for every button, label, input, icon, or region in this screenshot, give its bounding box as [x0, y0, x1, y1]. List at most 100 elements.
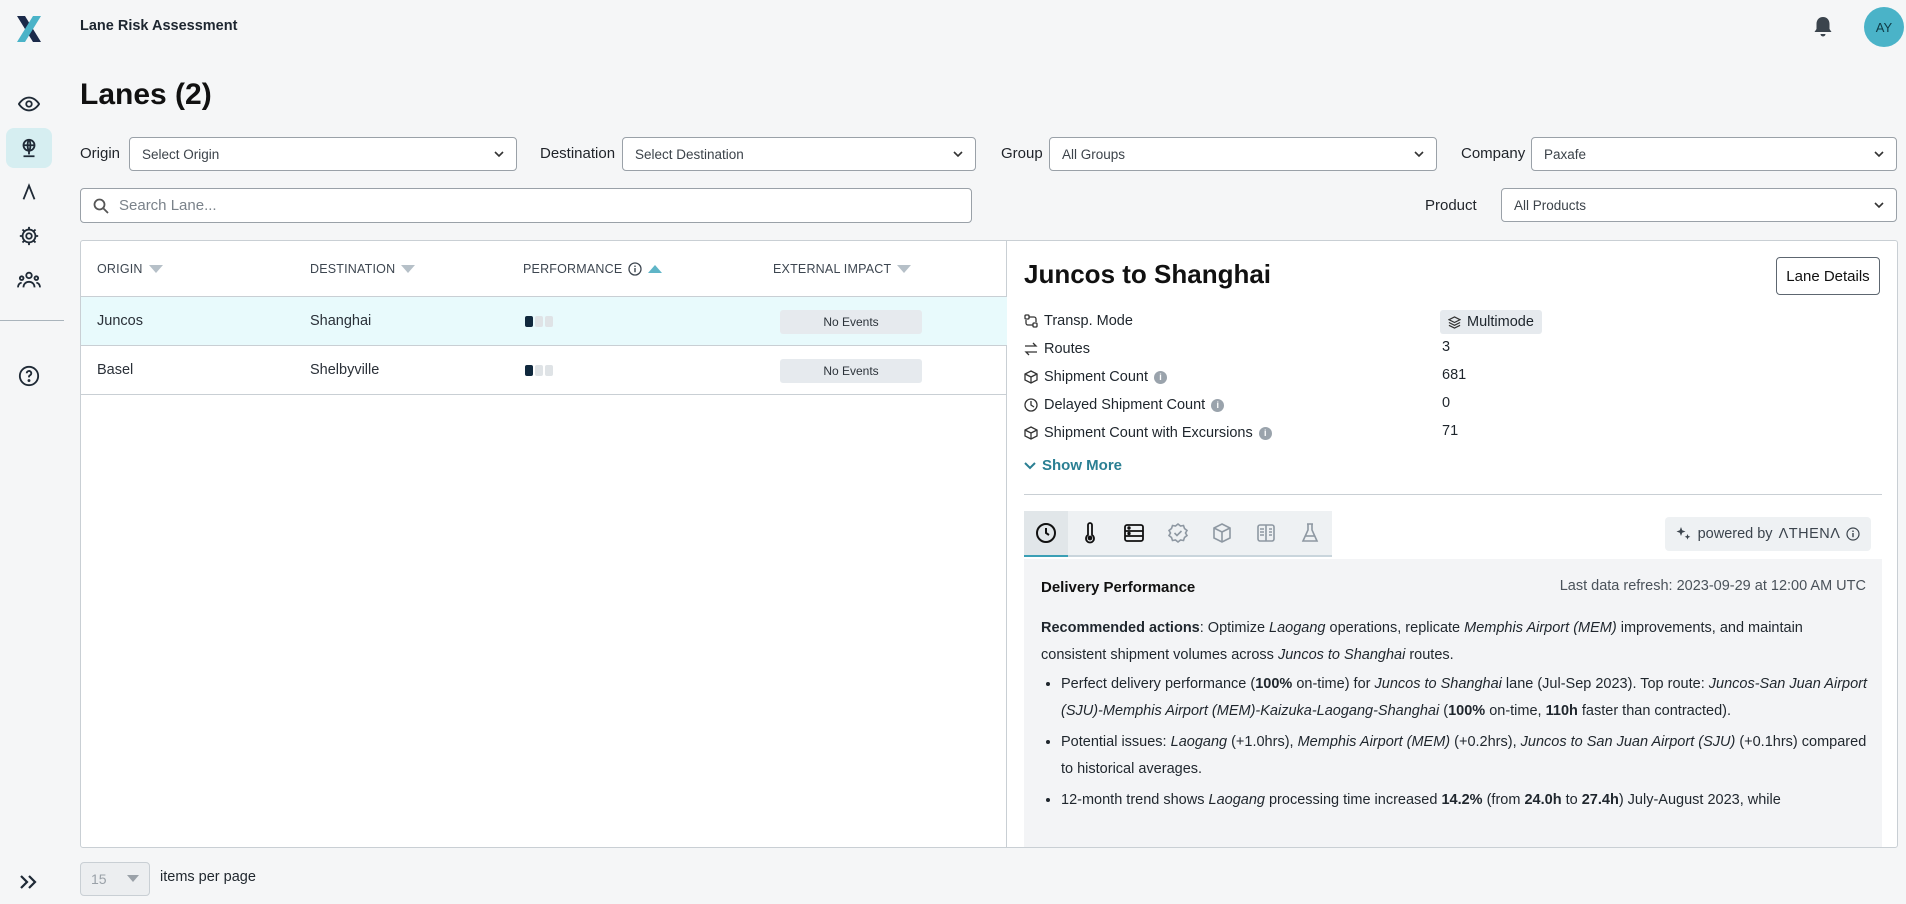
users-icon: [17, 271, 41, 288]
chevron-down-icon: [953, 151, 963, 158]
search-lane-field[interactable]: [80, 188, 972, 223]
search-lane-input[interactable]: [119, 197, 919, 214]
clock-icon: [1036, 523, 1056, 543]
expand-nav-icon[interactable]: [18, 872, 40, 892]
group-label: Group: [1001, 145, 1043, 162]
column-label: DESTINATION: [310, 262, 396, 276]
athena-icon: [22, 183, 36, 200]
box-icon: [1024, 370, 1038, 384]
origin-cell: Basel: [97, 362, 134, 378]
column-header-external-impact[interactable]: EXTERNAL IMPACT: [773, 262, 912, 276]
user-avatar[interactable]: AY: [1864, 7, 1904, 47]
info-icon[interactable]: [1846, 527, 1861, 541]
transport-mode-chip: Multimode: [1440, 310, 1542, 334]
tab-delivery-performance[interactable]: [1024, 511, 1068, 557]
nav-eye-button[interactable]: [6, 84, 52, 124]
impact-badge: No Events: [780, 310, 922, 334]
nav-athena-button[interactable]: [6, 172, 52, 212]
product-label: Product: [1425, 197, 1477, 214]
company-select[interactable]: Paxafe: [1531, 137, 1897, 171]
nav-settings-button[interactable]: [6, 216, 52, 256]
group-select[interactable]: All Groups: [1049, 137, 1437, 171]
product-select[interactable]: All Products: [1501, 188, 1897, 222]
powered-by-athena: powered by ΛTHENΛ: [1665, 517, 1871, 551]
tab-lab[interactable]: [1288, 511, 1332, 557]
box-icon: [1213, 523, 1231, 543]
info-icon[interactable]: i: [1211, 398, 1225, 412]
table-row[interactable]: Juncos Shanghai No Events: [81, 297, 1007, 346]
prop-shipment-count: Shipment Count i: [1024, 367, 1167, 387]
prop-value: Multimode: [1467, 314, 1534, 330]
chevron-down-icon: [1874, 151, 1884, 158]
globe-icon: [22, 138, 36, 158]
nav-help-button[interactable]: [6, 356, 52, 396]
insights-list: Perfect delivery performance (100% on-ti…: [1041, 671, 1869, 814]
destination-select-value: Select Destination: [635, 146, 744, 162]
show-more-label: Show More: [1042, 457, 1123, 474]
prop-value: 71: [1442, 423, 1459, 439]
nav-lanes-button[interactable]: [6, 128, 52, 168]
divider: [1024, 494, 1882, 495]
app-title: Lane Risk Assessment: [80, 18, 238, 34]
destination-label: Destination: [540, 145, 616, 162]
column-label: PERFORMANCE: [523, 262, 623, 276]
server-icon: [1124, 524, 1144, 542]
recommended-actions: Recommended actions: Optimize Laogang op…: [1041, 620, 1803, 663]
column-label: EXTERNAL IMPACT: [773, 262, 892, 276]
origin-cell: Juncos: [97, 313, 143, 329]
tab-packaging[interactable]: [1200, 511, 1244, 557]
info-icon[interactable]: [628, 262, 643, 276]
sort-down-icon: [148, 265, 163, 273]
prop-label: Shipment Count with Excursions: [1044, 425, 1253, 441]
transport-icon: [1024, 314, 1038, 328]
chevron-down-icon: [1414, 151, 1424, 158]
sparkle-icon: [1676, 527, 1690, 540]
items-per-page-select[interactable]: 15: [80, 862, 150, 896]
section-heading: Delivery Performance: [1041, 579, 1196, 596]
nav-divider: [0, 320, 64, 321]
routes-icon: [1024, 342, 1038, 356]
list-item: Potential issues: Laogang (+1.0hrs), Mem…: [1061, 729, 1869, 783]
product-select-value: All Products: [1514, 197, 1587, 213]
lane-details-button[interactable]: Lane Details: [1776, 257, 1880, 295]
side-nav: [0, 0, 64, 904]
chevron-down-icon: [1024, 461, 1036, 469]
nav-users-button[interactable]: [6, 260, 52, 300]
info-icon[interactable]: i: [1153, 370, 1167, 384]
chevron-down-icon: [494, 151, 504, 158]
sort-down-icon: [897, 265, 912, 273]
tab-compliance[interactable]: [1156, 511, 1200, 557]
show-more-toggle[interactable]: Show More: [1024, 457, 1122, 474]
destination-cell: Shanghai: [310, 313, 372, 329]
tab-server[interactable]: [1112, 511, 1156, 557]
prop-label: Delayed Shipment Count: [1044, 397, 1206, 413]
insights-text: Recommended actions: Optimize Laogang op…: [1041, 615, 1869, 818]
detail-tabs: [1024, 511, 1332, 557]
column-label: ORIGIN: [97, 262, 143, 276]
list-item: 12-month trend shows Laogang processing …: [1061, 787, 1869, 814]
column-header-performance[interactable]: PERFORMANCE: [523, 262, 663, 276]
prop-value: 681: [1442, 367, 1467, 383]
tab-temperature[interactable]: [1068, 511, 1112, 557]
gear-icon: [19, 226, 39, 246]
logo-icon[interactable]: [14, 14, 44, 44]
page-title: Lanes (2): [80, 78, 212, 111]
table-row[interactable]: Basel Shelbyville No Events: [81, 346, 1007, 395]
company-select-value: Paxafe: [1544, 146, 1587, 162]
caret-down-icon: [127, 875, 139, 882]
origin-label: Origin: [80, 145, 121, 162]
thermometer-icon: [1085, 522, 1095, 544]
tab-documents[interactable]: [1244, 511, 1288, 557]
column-header-origin[interactable]: ORIGIN: [97, 262, 163, 276]
origin-select[interactable]: Select Origin: [129, 137, 517, 171]
sort-down-icon: [401, 265, 416, 273]
info-icon[interactable]: i: [1258, 426, 1272, 440]
column-header-destination[interactable]: DESTINATION: [310, 262, 416, 276]
lane-detail-title: Juncos to Shanghai: [1024, 259, 1272, 289]
destination-select[interactable]: Select Destination: [622, 137, 976, 171]
prop-value: 0: [1442, 395, 1451, 411]
sort-up-icon: [648, 265, 663, 273]
bell-icon[interactable]: [1812, 15, 1834, 39]
prop-label: Transp. Mode: [1044, 313, 1133, 329]
powered-by-label: powered by: [1697, 526, 1773, 542]
